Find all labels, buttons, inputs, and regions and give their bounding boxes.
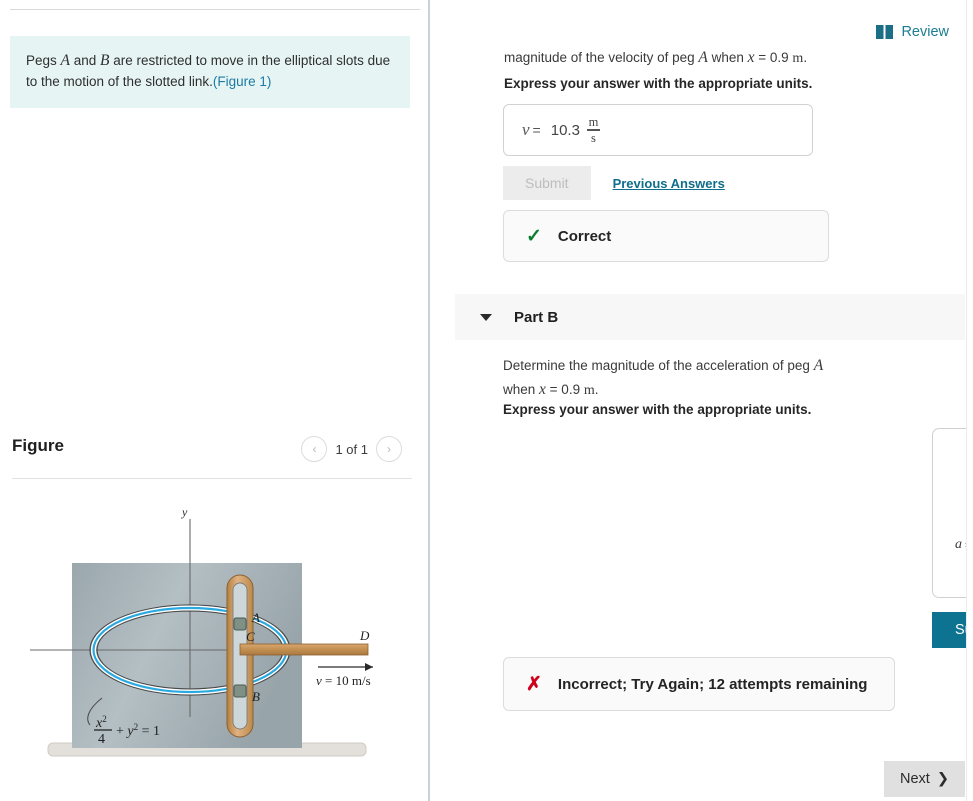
figure-page-label: 1 of 1	[335, 441, 368, 457]
part-b-answer-var: a	[955, 537, 962, 552]
part-a-previous-answers-link[interactable]: Previous Answers	[613, 176, 725, 191]
chevron-right-icon: ❯	[936, 771, 949, 787]
svg-text:+ y2 = 1: + y2 = 1	[116, 722, 160, 739]
part-b-question-unit: m	[583, 383, 595, 399]
part-a-instruction: Express your answer with the appropriate…	[504, 76, 813, 91]
part-b-question-prefix: Determine the magnitude of the accelerat…	[503, 358, 814, 373]
part-b-question-eq: = 0.9	[545, 382, 584, 398]
part-b-question-x: x	[539, 381, 546, 399]
book-icon	[876, 25, 894, 39]
peg-b-label: B	[252, 689, 260, 704]
part-b-title: Part B	[514, 308, 559, 326]
check-icon: ✓	[526, 225, 542, 247]
part-a-unit-denominator: s	[591, 130, 596, 145]
part-a-answer-unit: m s	[586, 114, 600, 145]
part-a-result-text: Correct	[557, 227, 612, 245]
part-a-unit-numerator: m	[588, 114, 599, 129]
figure-prev-button[interactable]: ‹	[301, 436, 328, 462]
part-a-question-prefix: magnitude of the velocity of peg	[504, 50, 699, 65]
part-a-question-unit: m	[792, 51, 804, 66]
svg-text:4: 4	[98, 732, 105, 747]
part-b-question: Determine the magnitude of the accelerat…	[503, 354, 853, 402]
part-a-actions: Submit Previous Answers	[503, 166, 725, 200]
problem-statement: Pegs A and B are restricted to move in t…	[10, 36, 410, 109]
part-a-question-var: A	[698, 49, 708, 66]
velocity-label: v = 10 m/s	[316, 673, 371, 688]
part-b-header[interactable]: Part B	[455, 294, 965, 340]
scrollbar[interactable]	[966, 0, 973, 801]
right-panel: Review magnitude of the velocity of peg …	[430, 0, 973, 801]
part-b-result-banner: ✗ Incorrect; Try Again; 12 attempts rema…	[503, 657, 895, 711]
next-button[interactable]: Next ❯	[884, 761, 965, 797]
part-a-submit-button[interactable]: Submit	[503, 166, 591, 200]
part-a-answer-eq: =	[532, 122, 541, 138]
caret-down-icon[interactable]	[480, 313, 492, 321]
next-label: Next	[900, 771, 930, 787]
review-label: Review	[901, 24, 949, 40]
figure-divider	[12, 478, 412, 479]
chevron-left-icon: ‹	[312, 442, 317, 456]
point-c-label: C	[246, 629, 255, 644]
cross-icon: ✗	[526, 673, 542, 695]
figure-title: Figure	[12, 436, 64, 455]
part-a-question-end: .	[803, 50, 808, 65]
part-a-answer-var: v	[522, 120, 530, 139]
mastering-physics-page: Pegs A and B are restricted to move in t…	[0, 0, 973, 801]
part-a-question-eq: = 0.9	[754, 50, 793, 65]
part-a-question: magnitude of the velocity of peg A when …	[504, 46, 904, 69]
part-b-result-text: Incorrect; Try Again; 12 attempts remain…	[557, 675, 868, 693]
mechanism-diagram-svg: y x A B C D	[30, 505, 373, 757]
figure-header: Figure ‹ 1 of 1 ›	[12, 436, 412, 466]
part-a-question-x: x	[747, 49, 755, 66]
figure-next-button[interactable]: ›	[376, 436, 402, 462]
part-a-result-banner: ✓ Correct	[503, 210, 829, 262]
prompt-var-b: B	[100, 52, 110, 69]
review-link[interactable]: Review	[876, 24, 949, 40]
part-a-answer-value: 10.3	[550, 121, 580, 139]
prompt-text-2: and	[70, 53, 101, 68]
part-a-question-mid: when	[707, 50, 748, 65]
part-b-instruction: Express your answer with the appropriate…	[503, 402, 812, 417]
part-b-question-mid: when	[503, 382, 540, 398]
part-b-question-var: A	[813, 357, 824, 374]
left-panel: Pegs A and B are restricted to move in t…	[0, 0, 428, 801]
figure-diagram: y x A B C D	[30, 505, 420, 777]
peg-a-label: A	[251, 610, 260, 625]
part-b-question-end: .	[594, 382, 599, 398]
chevron-right-icon: ›	[387, 442, 391, 456]
prompt-text-1: Pegs	[26, 53, 61, 68]
prompt-var-a: A	[60, 52, 70, 69]
point-d-label: D	[359, 628, 370, 643]
axis-y-label: y	[181, 505, 188, 519]
figure-pager: ‹ 1 of 1 ›	[301, 436, 402, 462]
part-a-answer-field[interactable]: v = 10.3 m s	[503, 104, 813, 156]
figure-link[interactable]: (Figure 1)	[213, 74, 272, 89]
